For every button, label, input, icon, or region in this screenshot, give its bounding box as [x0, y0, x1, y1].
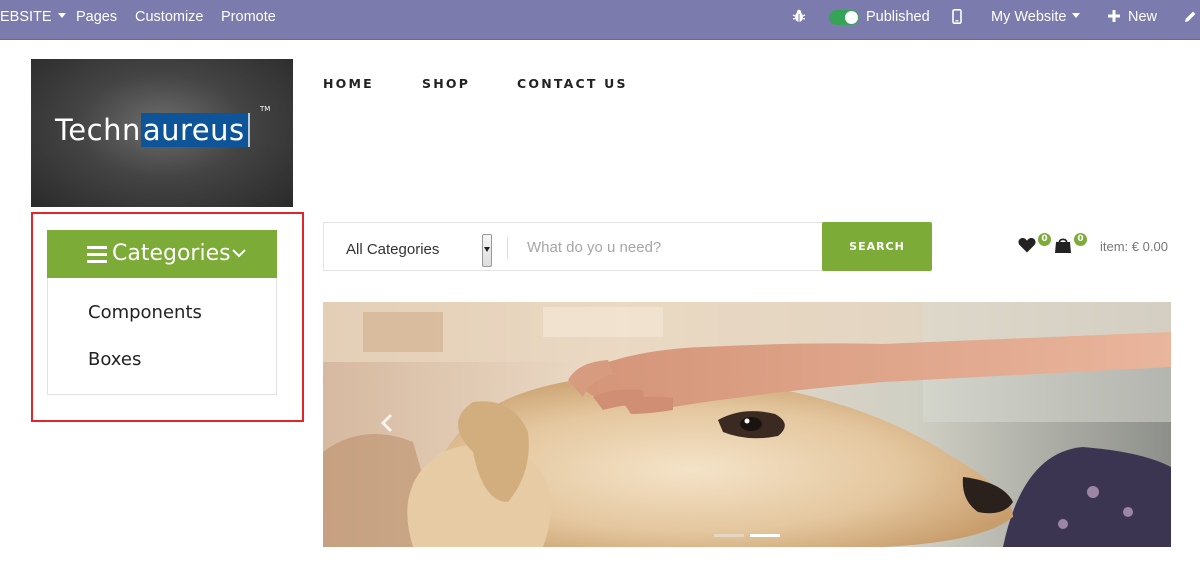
caret-down-icon [1072, 12, 1081, 18]
carousel-indicator-1[interactable] [714, 534, 744, 537]
logo-wordmark: Technaureus [55, 113, 250, 147]
bug-icon[interactable] [792, 9, 806, 25]
divider [507, 237, 508, 259]
plus-icon[interactable] [1108, 10, 1120, 24]
new-button[interactable]: New [1128, 0, 1157, 34]
cart-bag-icon[interactable] [1054, 236, 1072, 258]
carousel-indicator-2[interactable] [750, 534, 780, 537]
nav-shop[interactable]: SHOP [422, 76, 470, 94]
website-menu[interactable]: EBSITE [0, 0, 66, 34]
search-input[interactable] [518, 228, 818, 266]
category-item-boxes[interactable]: Boxes [88, 349, 141, 370]
pencil-icon[interactable] [1184, 10, 1197, 24]
mobile-icon[interactable] [952, 9, 962, 25]
categories-list: Components Boxes [47, 278, 277, 395]
carousel-prev-arrow[interactable] [380, 412, 394, 434]
customize-menu[interactable]: Customize [135, 0, 204, 34]
logo-trademark: TM [260, 105, 271, 113]
menu-bars-icon [87, 246, 107, 267]
my-website-menu[interactable]: My Website [991, 0, 1081, 34]
hero-carousel[interactable] [323, 302, 1171, 547]
cart-count-badge: 0 [1074, 233, 1087, 246]
nav-home[interactable]: HOME [323, 76, 374, 94]
nav-contact-us[interactable]: CONTACT US [517, 76, 628, 94]
category-item-components[interactable]: Components [88, 302, 202, 323]
categories-toggle[interactable]: Categories [47, 230, 277, 278]
caret-down-icon [57, 12, 66, 18]
published-label[interactable]: Published [866, 0, 930, 34]
select-dropdown-arrow[interactable] [482, 234, 492, 267]
search-bar: All Categories [323, 222, 823, 271]
toggle-knob [845, 11, 858, 24]
published-toggle[interactable] [829, 10, 859, 25]
search-button[interactable]: SEARCH [822, 222, 932, 271]
admin-topbar: EBSITE Pages Customize Promote Published… [0, 0, 1200, 40]
dog-photo [323, 302, 1171, 547]
wishlist-icon[interactable] [1018, 237, 1036, 257]
promote-menu[interactable]: Promote [221, 0, 276, 34]
categories-title: Categories [112, 241, 231, 266]
cart-total[interactable]: item: € 0.00 [1100, 239, 1168, 254]
pages-menu[interactable]: Pages [76, 0, 117, 34]
wishlist-count-badge: 0 [1038, 233, 1051, 246]
site-logo[interactable]: Technaureus TM [31, 59, 293, 207]
category-select[interactable]: All Categories [346, 241, 439, 258]
